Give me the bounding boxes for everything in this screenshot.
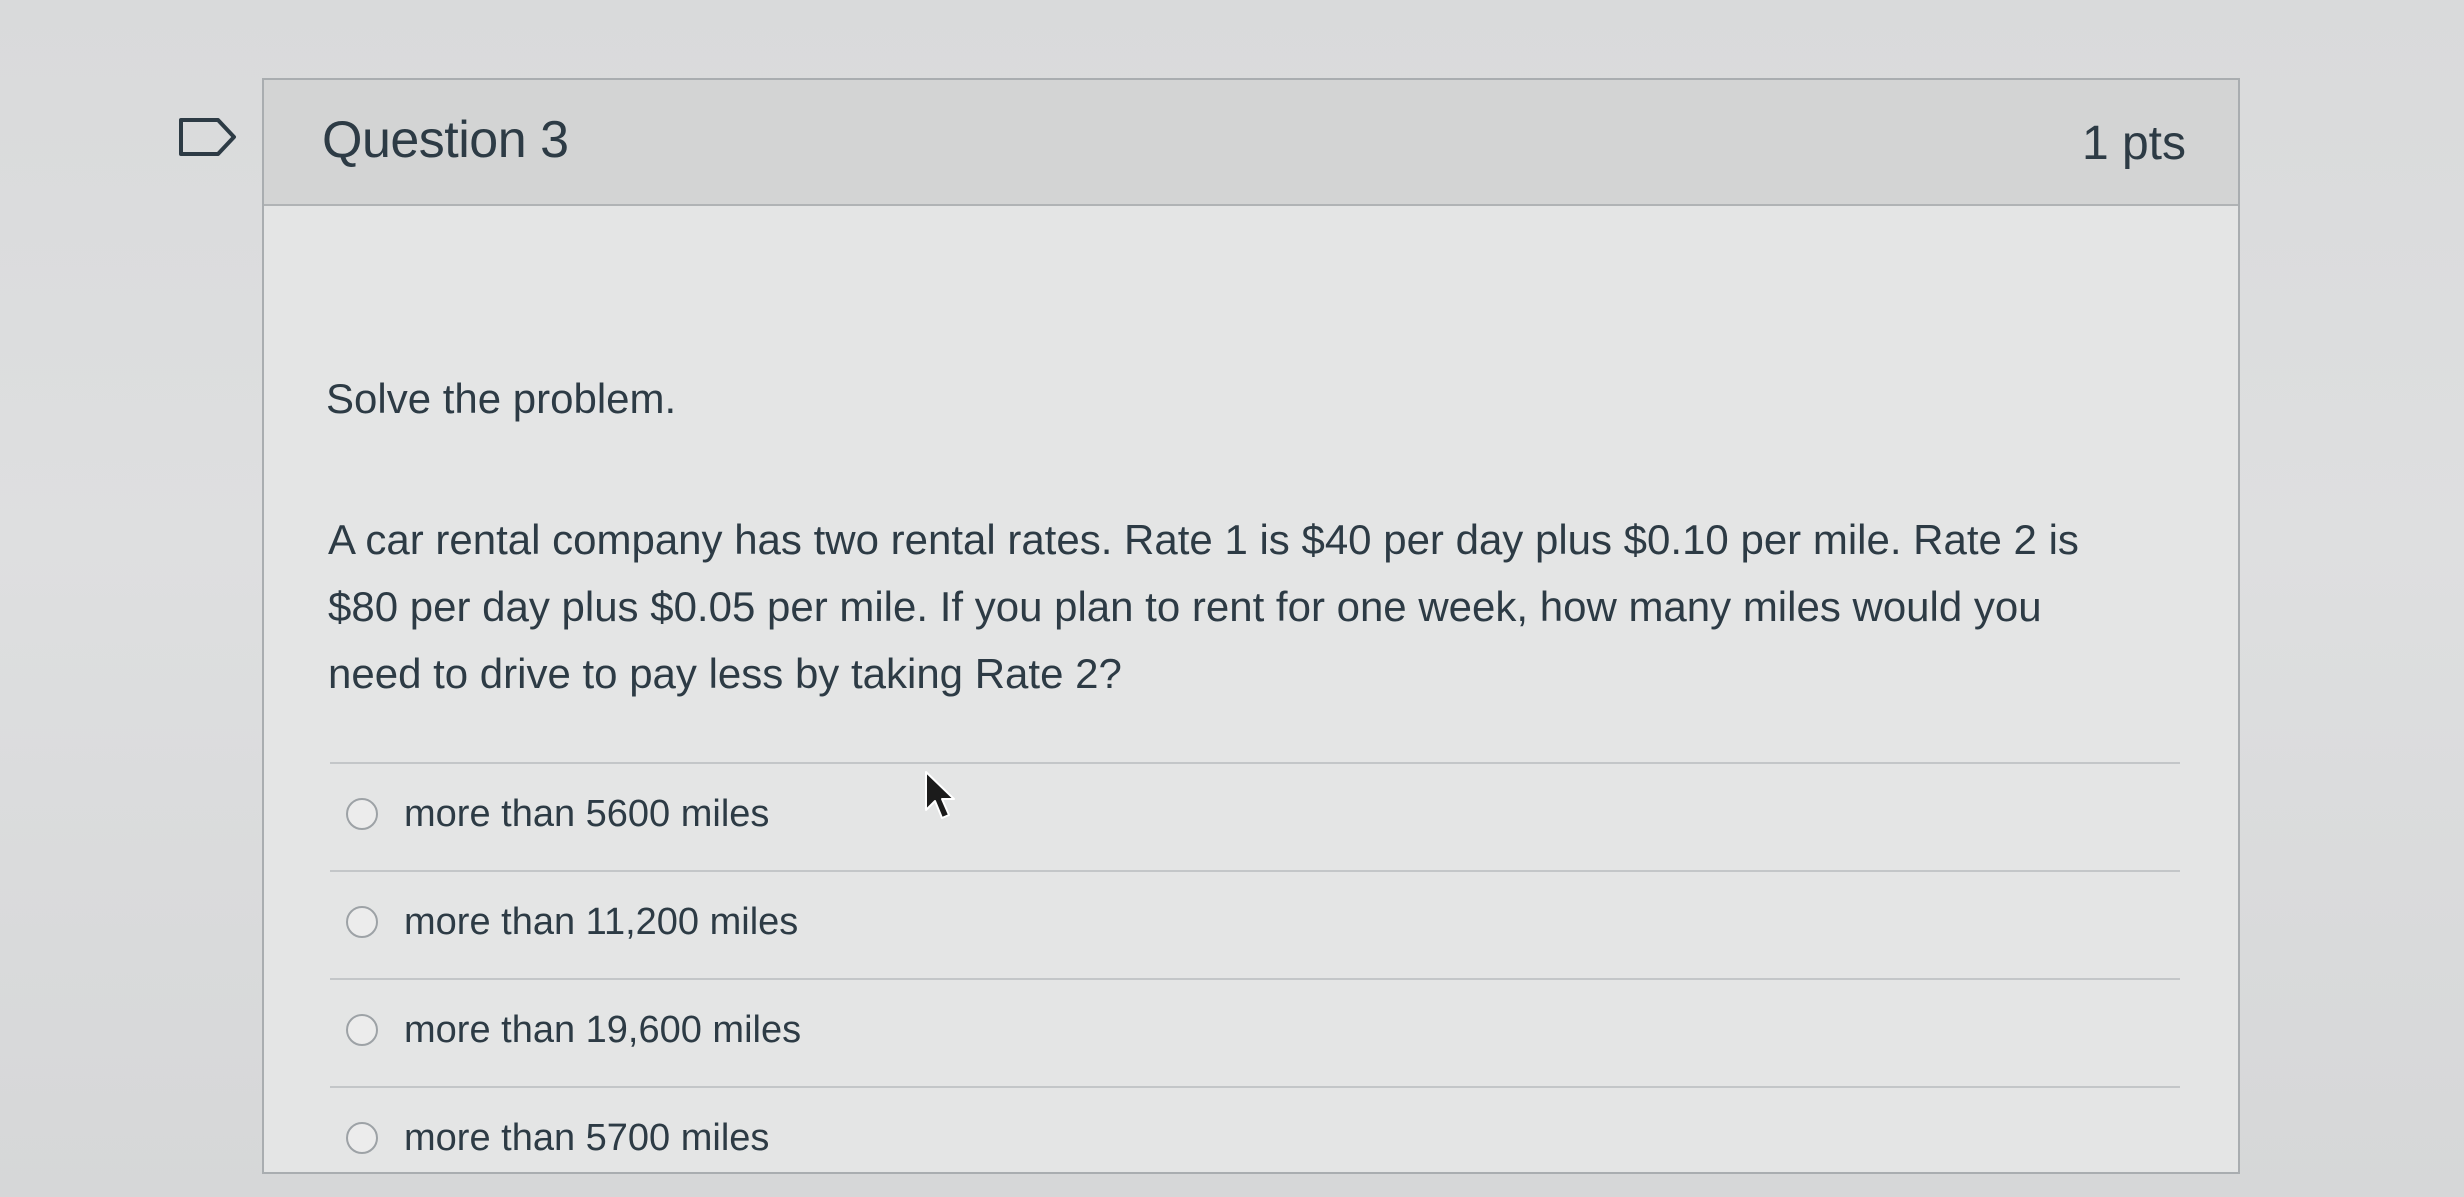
answer-label[interactable]: more than 5600 miles (404, 790, 769, 838)
mouse-pointer-icon (922, 770, 958, 824)
answer-label[interactable]: more than 5700 miles (404, 1114, 769, 1162)
answer-option[interactable]: more than 19,600 miles (330, 978, 2180, 1086)
flag-question-icon-graphic (179, 118, 236, 156)
answer-list: more than 5600 miles more than 11,200 mi… (330, 762, 2180, 1194)
answer-option[interactable]: more than 5600 miles (330, 762, 2180, 870)
question-card: Question 3 1 pts Solve the problem. A ca… (262, 78, 2240, 1174)
question-problem-text: A car rental company has two rental rate… (328, 516, 2079, 697)
radio-unselected-icon[interactable] (346, 906, 378, 938)
flag-question-icon[interactable] (178, 117, 238, 157)
question-points: 1 pts (2081, 117, 2186, 170)
radio-unselected-icon[interactable] (346, 798, 378, 830)
question-title: Question 3 (322, 111, 569, 169)
answer-label[interactable]: more than 19,600 miles (404, 1006, 801, 1054)
radio-unselected-icon[interactable] (346, 1014, 378, 1046)
question-header: Question 3 1 pts (264, 80, 2238, 206)
question-instruction: Solve the problem. (326, 375, 677, 422)
answer-option[interactable]: more than 11,200 miles (330, 870, 2180, 978)
mouse-pointer-icon-graphic (925, 771, 955, 819)
radio-unselected-icon[interactable] (346, 1122, 378, 1154)
answer-option[interactable]: more than 5700 miles (330, 1086, 2180, 1194)
answer-label[interactable]: more than 11,200 miles (404, 898, 798, 946)
question-body: Solve the problem. A car rental company … (322, 206, 2180, 1172)
